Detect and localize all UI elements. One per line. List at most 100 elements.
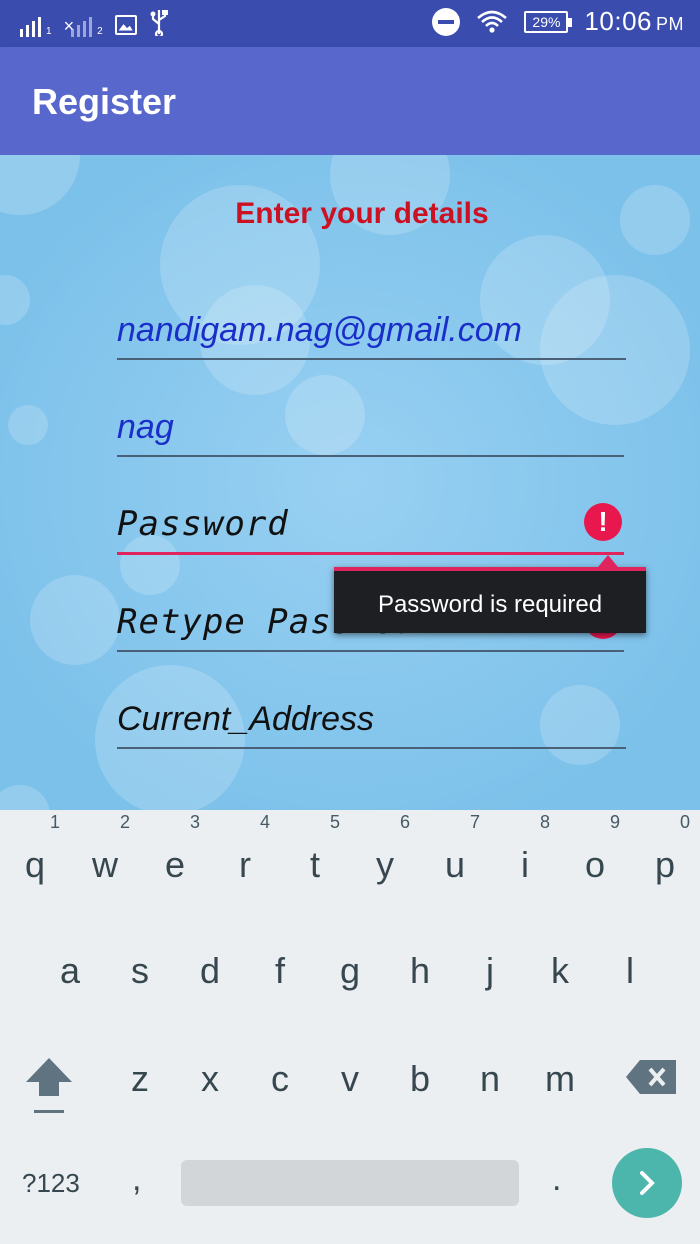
key-p[interactable]: 0p: [630, 812, 700, 886]
period-key[interactable]: .: [552, 1160, 561, 1199]
background-bubble: [8, 405, 48, 445]
key-label: v: [341, 1058, 359, 1099]
key-label: i: [521, 844, 529, 885]
key-hint-2: 2: [119, 812, 130, 832]
key-m[interactable]: m: [525, 1058, 595, 1100]
shift-icon[interactable]: [24, 1056, 74, 1116]
key-label: m: [545, 1058, 575, 1099]
clock: 10:06 PM: [584, 6, 684, 37]
symbols-key[interactable]: ?123: [22, 1168, 80, 1199]
battery-icon: 29%: [524, 10, 573, 33]
key-hint-9: 9: [609, 812, 620, 832]
error-tooltip-text: Password is required: [377, 591, 603, 618]
key-d[interactable]: d: [175, 950, 245, 992]
status-bar: 1 × 2 29% 10:06 PM: [0, 0, 700, 47]
key-k[interactable]: k: [525, 950, 595, 992]
key-u[interactable]: 7u: [420, 812, 490, 886]
key-hint-6: 6: [399, 812, 410, 832]
key-label: r: [239, 844, 251, 885]
clock-time: 10:06: [584, 6, 652, 36]
wifi-icon: [477, 10, 508, 33]
comma-key[interactable]: ,: [132, 1160, 141, 1199]
key-x[interactable]: x: [175, 1058, 245, 1100]
key-label: n: [479, 1058, 501, 1099]
key-i[interactable]: 8i: [490, 812, 560, 886]
key-label: a: [59, 950, 81, 991]
key-y[interactable]: 6y: [350, 812, 420, 886]
key-label: z: [131, 1058, 149, 1099]
key-label: e: [164, 844, 186, 885]
key-w[interactable]: 2w: [70, 812, 140, 886]
key-label: y: [376, 844, 394, 885]
key-label: f: [274, 950, 285, 991]
address-placeholder: Current_Address: [117, 700, 375, 738]
usb-icon: [149, 8, 169, 41]
chevron-right-icon: [640, 1171, 655, 1195]
key-hint-5: 5: [329, 812, 340, 832]
gallery-notification-icon: [114, 14, 137, 35]
key-hint-7: 7: [469, 812, 480, 832]
key-label: c: [271, 1058, 289, 1099]
key-o[interactable]: 9o: [560, 812, 630, 886]
key-z[interactable]: z: [105, 1058, 175, 1100]
key-hint-8: 8: [539, 812, 550, 832]
key-h[interactable]: h: [385, 950, 455, 992]
next-key[interactable]: [612, 1148, 682, 1218]
key-label: x: [201, 1058, 219, 1099]
page-title: Register: [32, 81, 177, 122]
key-hint-1: 1: [49, 812, 60, 832]
key-e[interactable]: 3e: [140, 812, 210, 886]
register-form: Enter your details nandigam.nag@gmail.co…: [0, 155, 700, 810]
key-label: q: [24, 844, 46, 885]
key-v[interactable]: v: [315, 1058, 385, 1100]
error-alert-icon[interactable]: !: [584, 503, 622, 541]
key-s[interactable]: s: [105, 950, 175, 992]
key-j[interactable]: j: [455, 950, 525, 992]
key-hint-4: 4: [259, 812, 270, 832]
email-input-value: nandigam.nag@gmail.com: [117, 311, 522, 349]
key-label: l: [626, 950, 634, 991]
background-bubble: [0, 785, 50, 810]
key-label: t: [309, 844, 320, 885]
key-g[interactable]: g: [315, 950, 385, 992]
space-bar[interactable]: [181, 1160, 519, 1206]
key-a[interactable]: a: [35, 950, 105, 992]
key-hint-0: 0: [679, 812, 690, 832]
key-label: d: [199, 950, 221, 991]
background-bubble: [30, 575, 120, 665]
key-label: p: [654, 844, 676, 885]
key-label: s: [131, 950, 149, 991]
clock-ampm: PM: [656, 14, 684, 34]
key-c[interactable]: c: [245, 1058, 315, 1100]
email-field[interactable]: nandigam.nag@gmail.com: [117, 304, 626, 360]
key-label: j: [486, 950, 494, 991]
key-f[interactable]: f: [245, 950, 315, 992]
password-placeholder: Password: [117, 504, 289, 544]
name-field[interactable]: nag: [117, 401, 624, 457]
key-t[interactable]: 5t: [280, 812, 350, 886]
key-label: b: [409, 1058, 431, 1099]
key-b[interactable]: b: [385, 1058, 455, 1100]
key-label: u: [444, 844, 466, 885]
name-input-value: nag: [117, 408, 174, 446]
key-r[interactable]: 4r: [210, 812, 280, 886]
battery-level: 29%: [532, 13, 561, 30]
form-heading: Enter your details: [235, 197, 489, 230]
key-l[interactable]: l: [595, 950, 665, 992]
key-label: h: [409, 950, 431, 991]
password-field[interactable]: Password !: [117, 499, 624, 555]
address-field[interactable]: Current_Address: [117, 693, 626, 749]
background-bubble: [0, 275, 30, 325]
signal-sim1-icon: 1: [20, 13, 52, 37]
error-tooltip: Password is required: [334, 555, 646, 633]
key-label: w: [92, 844, 118, 885]
backspace-icon[interactable]: [626, 1060, 676, 1094]
key-hint-3: 3: [189, 812, 200, 832]
key-label: o: [584, 844, 606, 885]
key-q[interactable]: 1q: [0, 812, 70, 886]
signal-sim2-icon: × 2: [63, 15, 103, 37]
soft-keyboard: 1q2w3e4r5t6y7u8i9o0p asdfghjkl zxcvbnm ?…: [0, 810, 700, 1244]
key-n[interactable]: n: [455, 1058, 525, 1100]
key-label: k: [551, 950, 569, 991]
app-bar: Register: [0, 47, 700, 155]
